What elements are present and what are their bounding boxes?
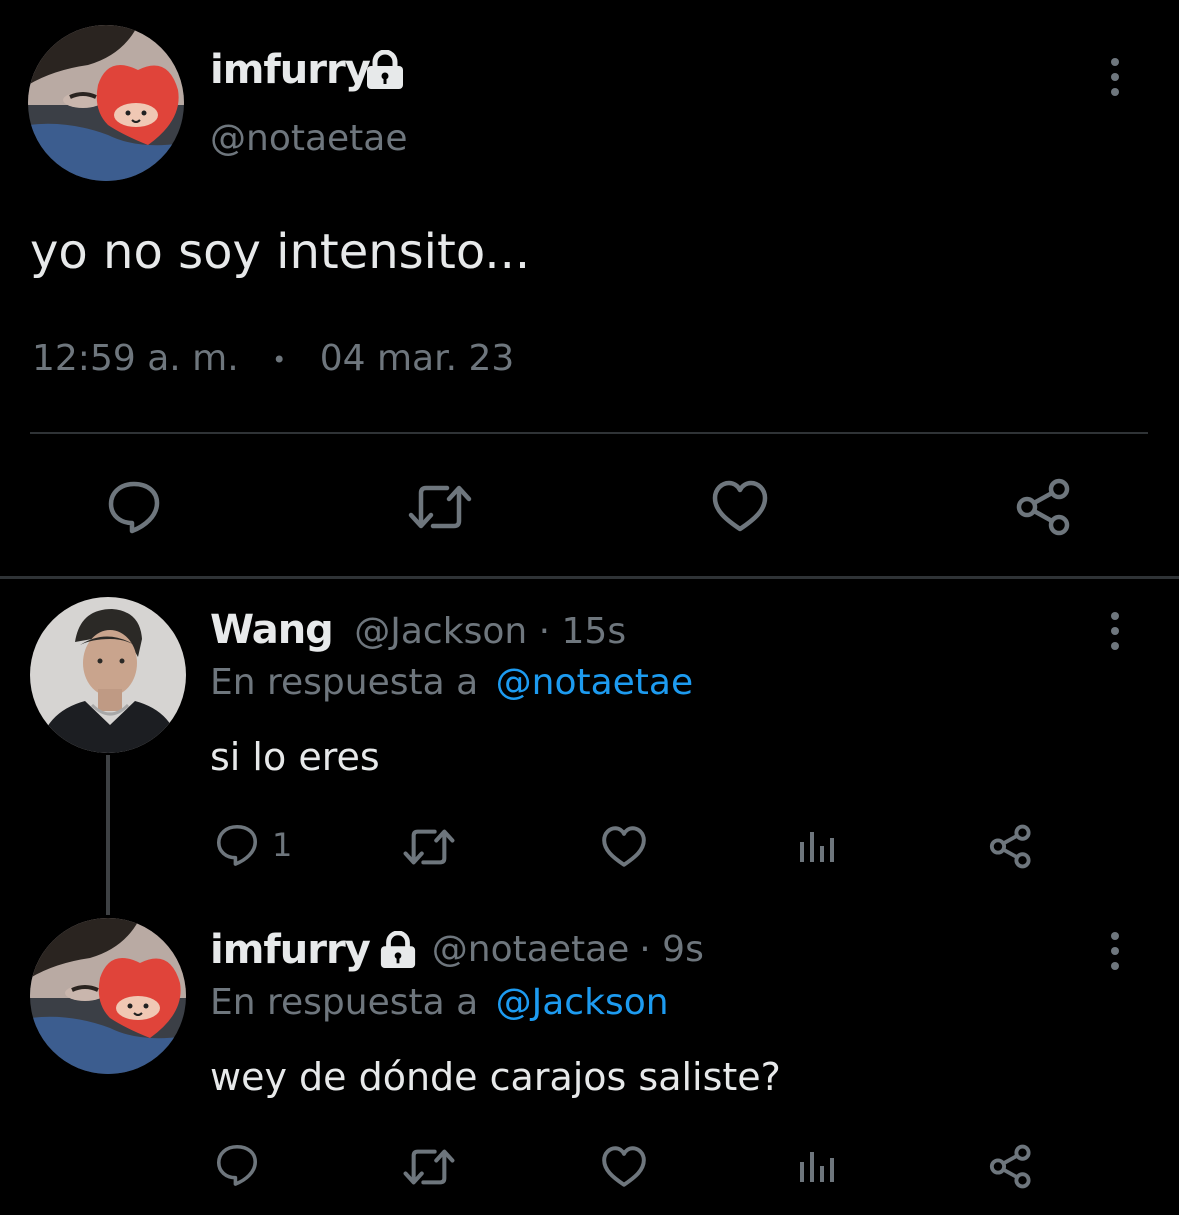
timestamp[interactable]: · 15s (539, 611, 626, 652)
share-icon[interactable] (1014, 478, 1074, 536)
divider (30, 432, 1148, 434)
tweet-text: wey de dónde carajos saliste? (210, 1055, 781, 1099)
tweet-time: 12:59 a. m. (32, 338, 239, 379)
tweet-text: yo no soy intensito... (30, 224, 531, 280)
handle[interactable]: @notaetae (432, 924, 630, 976)
avatar[interactable] (28, 25, 184, 181)
lock-icon (378, 931, 418, 969)
retweet-icon[interactable] (402, 1146, 456, 1188)
reply-icon (214, 822, 260, 868)
more-icon[interactable] (1111, 612, 1119, 650)
more-icon[interactable] (1111, 932, 1119, 970)
tweet-date: 04 mar. 23 (319, 338, 515, 379)
reply-prefix: En respuesta a (210, 982, 479, 1023)
retweet-icon[interactable] (407, 481, 473, 533)
display-name[interactable]: imfurry (210, 924, 371, 976)
reply-icon[interactable] (105, 478, 163, 536)
avatar[interactable] (30, 597, 186, 753)
reply-count: 1 (272, 826, 293, 864)
analytics-icon[interactable] (798, 828, 836, 864)
more-icon[interactable] (1111, 58, 1119, 96)
timestamp[interactable]: · 9s (639, 924, 704, 976)
retweet-icon[interactable] (402, 826, 456, 868)
thread-line (106, 755, 110, 915)
display-name[interactable]: Wang (210, 607, 334, 653)
handle[interactable]: @Jackson (354, 611, 527, 652)
mention-link[interactable]: @Jackson (496, 982, 669, 1023)
share-icon[interactable] (988, 1144, 1034, 1189)
reply-header: Wang @Jackson · 15s (210, 604, 626, 658)
reply-icon[interactable] (214, 1142, 260, 1188)
reply-action[interactable]: 1 (214, 822, 292, 868)
lock-icon (364, 50, 406, 90)
share-icon[interactable] (988, 824, 1034, 869)
handle[interactable]: @notaetae (210, 114, 408, 164)
tweet-text: si lo eres (210, 735, 380, 779)
like-icon[interactable] (601, 825, 647, 868)
tweet-meta: 12:59 a. m. • 04 mar. 23 (32, 334, 514, 385)
analytics-icon[interactable] (798, 1148, 836, 1184)
display-name[interactable]: imfurry (210, 42, 371, 98)
reply-context: En respuesta a @Jackson (210, 978, 669, 1028)
meta-separator: • (272, 346, 287, 374)
reply-prefix: En respuesta a (210, 662, 479, 703)
reply-header: imfurry @notaetae · 9s (210, 924, 704, 976)
like-icon[interactable] (601, 1145, 647, 1188)
reply-context: En respuesta a @notaetae (210, 658, 693, 708)
like-icon[interactable] (711, 479, 769, 533)
avatar[interactable] (30, 918, 186, 1074)
section-divider (0, 576, 1179, 579)
mention-link[interactable]: @notaetae (496, 662, 694, 703)
